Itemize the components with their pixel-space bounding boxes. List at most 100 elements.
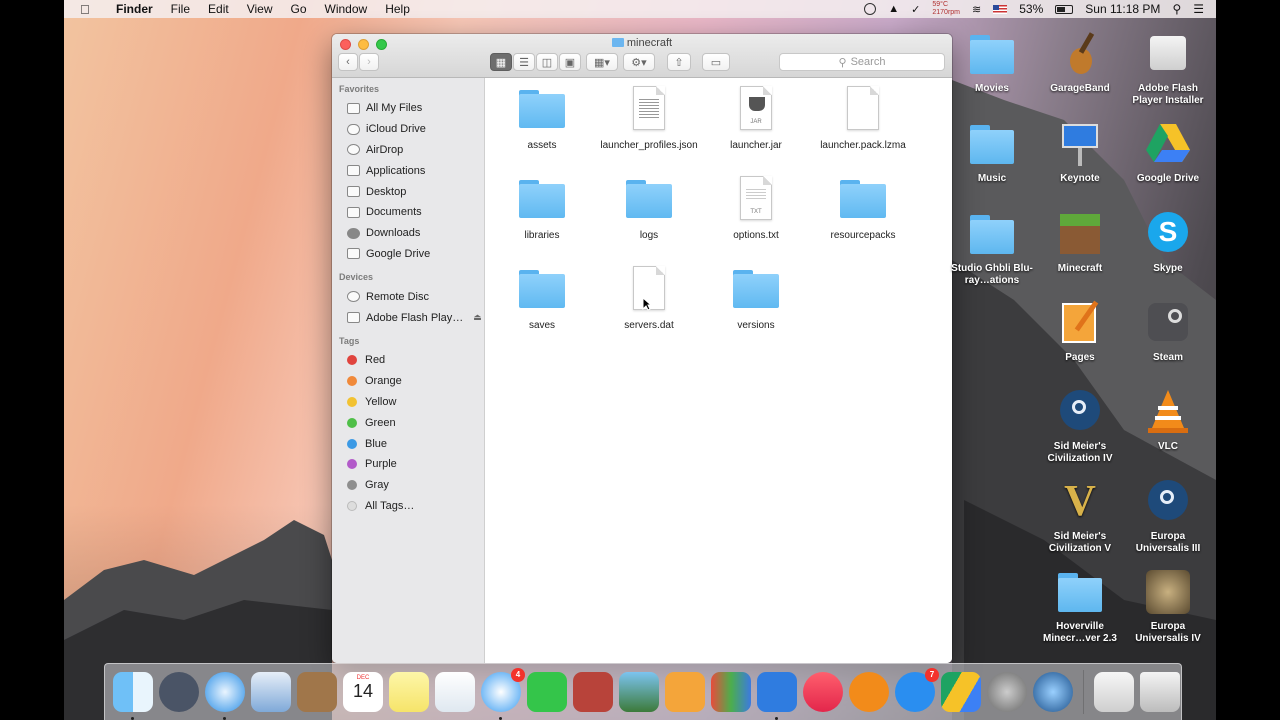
trash-dock-icon[interactable] xyxy=(1140,672,1180,712)
notes-dock-icon[interactable] xyxy=(389,672,429,712)
notification-center-icon[interactable]: ☰ xyxy=(1193,2,1204,16)
sidebar-item-downloads[interactable]: Downloads xyxy=(332,223,484,244)
wifi-icon[interactable]: ≋ xyxy=(972,3,981,16)
system-preferences-dock-icon[interactable] xyxy=(987,672,1027,712)
desktop-icon-pages[interactable]: Pages xyxy=(1036,299,1124,364)
preview-dock-icon[interactable] xyxy=(435,672,475,712)
sidebar-tag-purple[interactable]: Purple xyxy=(332,454,484,475)
sidebar-tag-green[interactable]: Green xyxy=(332,412,484,433)
pages-dock-icon[interactable] xyxy=(665,672,705,712)
desktop-icon-skype[interactable]: S Skype xyxy=(1124,210,1212,275)
finder-dock-icon[interactable] xyxy=(113,672,153,720)
sidebar-tag-gray[interactable]: Gray xyxy=(332,475,484,496)
desktop-icon-hoverville[interactable]: Hoverville Minecr…ver 2.3 xyxy=(1036,568,1124,645)
battery-icon[interactable] xyxy=(1055,4,1074,14)
search-field[interactable]: ⚲ Search xyxy=(779,53,945,71)
arrange-button[interactable]: ▦▾ xyxy=(586,53,618,71)
photo-booth-dock-icon[interactable] xyxy=(573,672,613,712)
file-item-resourcepacks[interactable]: resourcepacks xyxy=(813,174,913,242)
menu-file[interactable]: File xyxy=(171,2,190,16)
sidebar-item-all-my-files[interactable]: All My Files xyxy=(332,98,484,119)
quicktime-dock-icon[interactable] xyxy=(1033,672,1073,712)
google-drive-dock-icon[interactable] xyxy=(941,672,981,712)
desktop-icon-movies[interactable]: Movies xyxy=(948,30,1036,95)
sidebar-item-desktop[interactable]: Desktop xyxy=(332,181,484,202)
launchpad-dock-icon[interactable] xyxy=(159,672,199,712)
keynote-dock-icon[interactable] xyxy=(757,672,797,720)
sidebar-tag-blue[interactable]: Blue xyxy=(332,433,484,454)
file-item-logs[interactable]: logs xyxy=(599,174,699,242)
menubar-clock[interactable]: Sun 11:18 PM xyxy=(1085,2,1160,16)
facetime-dock-icon[interactable] xyxy=(527,672,567,712)
list-view-button[interactable]: ☰ xyxy=(513,53,535,71)
desktop-icon-flash-installer[interactable]: Adobe Flash Player Installer xyxy=(1124,30,1212,107)
sidebar-item-google-drive[interactable]: Google Drive xyxy=(332,244,484,265)
sidebar-item-remote-disc[interactable]: Remote Disc xyxy=(332,286,484,307)
desktop-icon-europa-4[interactable]: Europa Universalis IV xyxy=(1124,568,1212,645)
app-store-dock-icon[interactable]: 7 xyxy=(895,668,939,712)
sidebar-all-tags[interactable]: All Tags… xyxy=(332,496,484,517)
flag-icon[interactable] xyxy=(993,4,1008,14)
mail-dock-icon[interactable] xyxy=(251,672,291,712)
ibooks-dock-icon[interactable] xyxy=(849,672,889,712)
sidebar-tag-red[interactable]: Red xyxy=(332,350,484,371)
desktop-icon-steam[interactable]: Steam xyxy=(1124,299,1212,364)
temp-monitor[interactable]: 59°C 2170rpm xyxy=(932,1,960,17)
numbers-dock-icon[interactable] xyxy=(711,672,751,712)
sidebar-item-airdrop[interactable]: AirDrop xyxy=(332,140,484,161)
action-gear-button[interactable]: ⚙▾ xyxy=(623,53,655,71)
back-button[interactable]: ‹ xyxy=(338,53,358,71)
sidebar-item-adobe-flash[interactable]: Adobe Flash Play… ⏏ xyxy=(332,307,484,328)
contacts-dock-icon[interactable] xyxy=(297,672,337,712)
desktop-icon-garageband[interactable]: GarageBand xyxy=(1036,30,1124,95)
desktop-icon-vlc[interactable]: VLC xyxy=(1124,388,1212,453)
file-item-options-txt[interactable]: TXT options.txt xyxy=(706,174,806,242)
spotlight-icon[interactable]: ⚲ xyxy=(1172,2,1181,16)
file-item-launcher-profiles[interactable]: launcher_profiles.json xyxy=(599,84,699,152)
norton-icon[interactable]: ✓ xyxy=(911,3,920,16)
downloads-stack-dock-icon[interactable] xyxy=(1094,672,1134,712)
sidebar-tag-yellow[interactable]: Yellow xyxy=(332,392,484,413)
column-view-button[interactable]: ◫ xyxy=(536,53,558,71)
desktop-icon-music[interactable]: Music xyxy=(948,120,1036,185)
desktop-icon-studio-ghibli[interactable]: Studio Ghbli Blu-ray…ations xyxy=(948,210,1036,287)
file-grid: assets launcher_profiles.json JAR launch… xyxy=(486,78,952,663)
menu-window[interactable]: Window xyxy=(325,2,368,16)
menu-view[interactable]: View xyxy=(247,2,273,16)
menu-edit[interactable]: Edit xyxy=(208,2,229,16)
coverflow-view-button[interactable]: ▣ xyxy=(559,53,581,71)
file-item-saves[interactable]: saves xyxy=(492,264,592,332)
file-item-launcher-jar[interactable]: JAR launcher.jar xyxy=(706,84,806,152)
file-item-libraries[interactable]: libraries xyxy=(492,174,592,242)
forward-button[interactable]: › xyxy=(359,53,379,71)
sidebar-tag-orange[interactable]: Orange xyxy=(332,371,484,392)
itunes-dock-icon[interactable] xyxy=(803,672,843,712)
menu-help[interactable]: Help xyxy=(385,2,410,16)
desktop-icon-civ5[interactable]: V Sid Meier's Civilization V xyxy=(1036,478,1124,555)
desktop-icon-keynote[interactable]: Keynote xyxy=(1036,120,1124,185)
menu-app-name[interactable]: Finder xyxy=(116,2,153,16)
share-button[interactable]: ⇧ xyxy=(667,53,691,71)
messages-dock-icon[interactable]: 4 xyxy=(481,668,525,720)
menu-go[interactable]: Go xyxy=(291,2,307,16)
desktop-icon-google-drive[interactable]: Google Drive xyxy=(1124,120,1212,185)
icon-view-button[interactable]: ▦ xyxy=(490,53,512,71)
record-icon[interactable] xyxy=(864,3,877,15)
safari-dock-icon[interactable] xyxy=(205,672,245,720)
sidebar-item-applications[interactable]: Applications xyxy=(332,160,484,181)
sidebar-item-documents[interactable]: Documents xyxy=(332,202,484,223)
file-item-launcher-pack[interactable]: launcher.pack.lzma xyxy=(813,84,913,152)
tags-button[interactable]: ▭ xyxy=(702,53,730,71)
desktop-icon-civ4[interactable]: Sid Meier's Civilization IV xyxy=(1036,388,1124,465)
file-item-assets[interactable]: assets xyxy=(492,84,592,152)
drive-icon[interactable]: ▲ xyxy=(888,3,899,15)
desktop-icon-minecraft[interactable]: Minecraft xyxy=(1036,210,1124,275)
iphoto-dock-icon[interactable] xyxy=(619,672,659,712)
calendar-dock-icon[interactable]: DEC 14 xyxy=(343,672,383,712)
apple-menu-icon[interactable]:  xyxy=(80,2,98,17)
file-item-versions[interactable]: versions xyxy=(706,264,806,332)
battery-percent[interactable]: 53% xyxy=(1019,2,1043,16)
sidebar-item-icloud[interactable]: iCloud Drive xyxy=(332,119,484,140)
desktop-icon-europa-3[interactable]: Europa Universalis III xyxy=(1124,478,1212,555)
eject-icon[interactable]: ⏏ xyxy=(473,312,482,323)
